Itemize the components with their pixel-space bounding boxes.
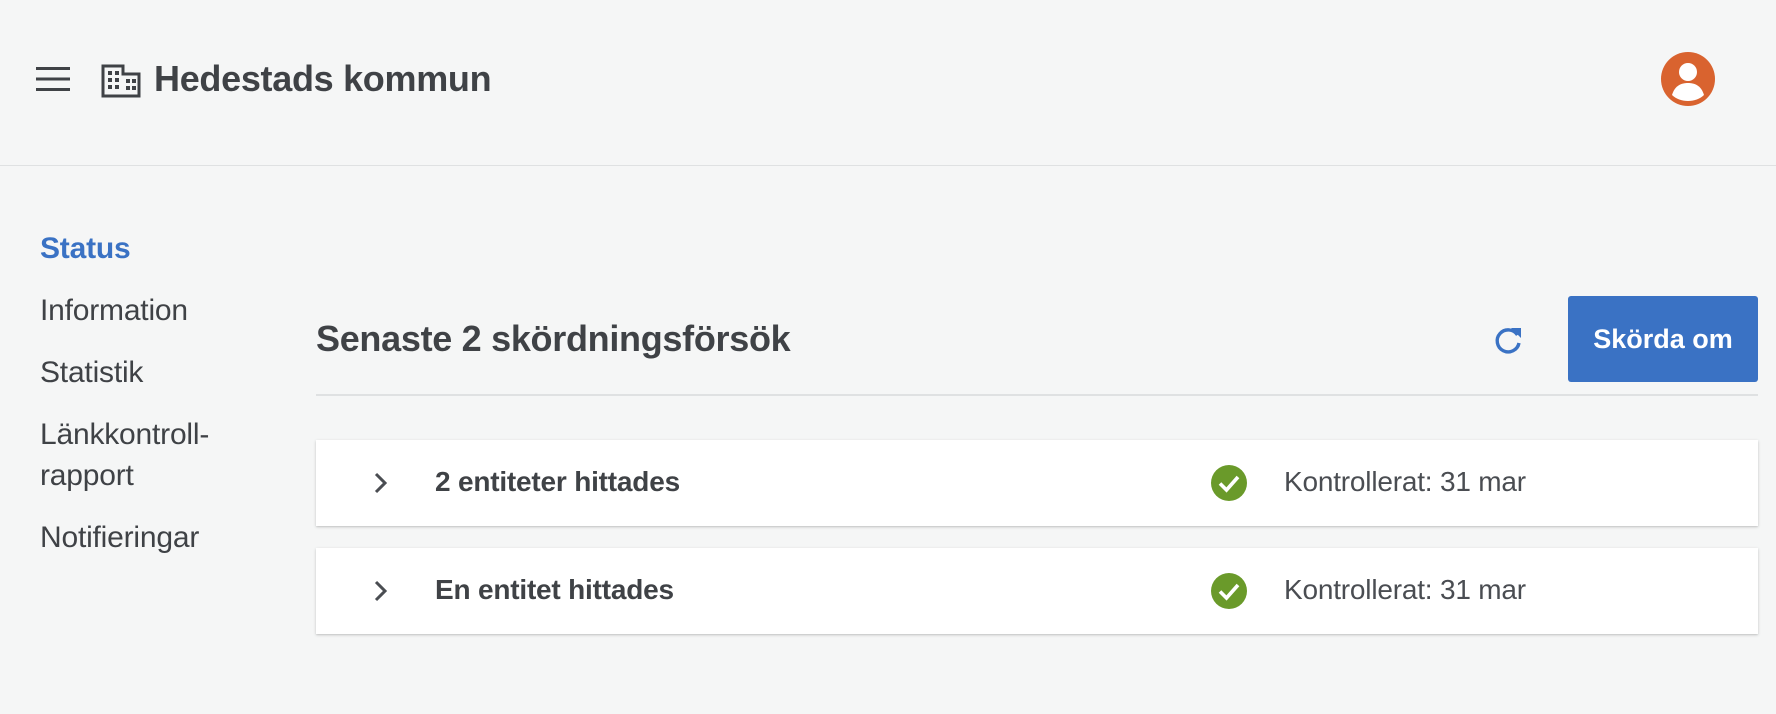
sidebar-item-statistik[interactable]: Statistik: [40, 352, 260, 393]
attempt-checked-date: Kontrollerat: 31 mar: [1284, 466, 1526, 497]
sidebar-item-information[interactable]: Information: [40, 290, 260, 331]
attempt-title: En entitet hittades: [435, 574, 674, 605]
sidebar-item-lankkontrollrapport[interactable]: Länkkontroll- rapport: [40, 414, 260, 496]
chevron-right-icon[interactable]: [366, 469, 394, 497]
attempt-checked-date: Kontrollerat: 31 mar: [1284, 574, 1526, 605]
user-avatar-icon[interactable]: [1660, 51, 1716, 107]
sidebar-item-label-line1: Länkkontroll-: [40, 418, 210, 451]
check-circle-icon: [1211, 573, 1247, 609]
harvest-attempt-row[interactable]: 2 entiteter hittades Kontrollerat: 31 ma…: [316, 440, 1758, 526]
sidebar-item-status[interactable]: Status: [40, 228, 260, 269]
harvest-attempt-row[interactable]: En entitet hittades Kontrollerat: 31 mar: [316, 548, 1758, 634]
building-icon: [101, 64, 141, 98]
sidebar-item-label-line2: rapport: [40, 459, 134, 492]
chevron-right-icon[interactable]: [366, 577, 394, 605]
reharvest-button[interactable]: Skörda om: [1568, 296, 1758, 382]
sidebar-nav: Status Information Statistik Länkkontrol…: [40, 228, 260, 579]
refresh-button[interactable]: [1488, 320, 1528, 360]
page-title: Senaste 2 skördningsförsök: [316, 318, 791, 359]
attempt-title: 2 entiteter hittades: [435, 466, 680, 497]
hamburger-icon: [36, 67, 70, 91]
organization-name: Hedestads kommun: [154, 58, 492, 99]
menu-button[interactable]: [34, 62, 72, 96]
check-circle-icon: [1211, 465, 1247, 501]
divider: [316, 394, 1758, 396]
refresh-icon: [1495, 328, 1521, 354]
top-bar: Hedestads kommun: [0, 0, 1776, 166]
sidebar-item-notifieringar[interactable]: Notifieringar: [40, 517, 260, 558]
